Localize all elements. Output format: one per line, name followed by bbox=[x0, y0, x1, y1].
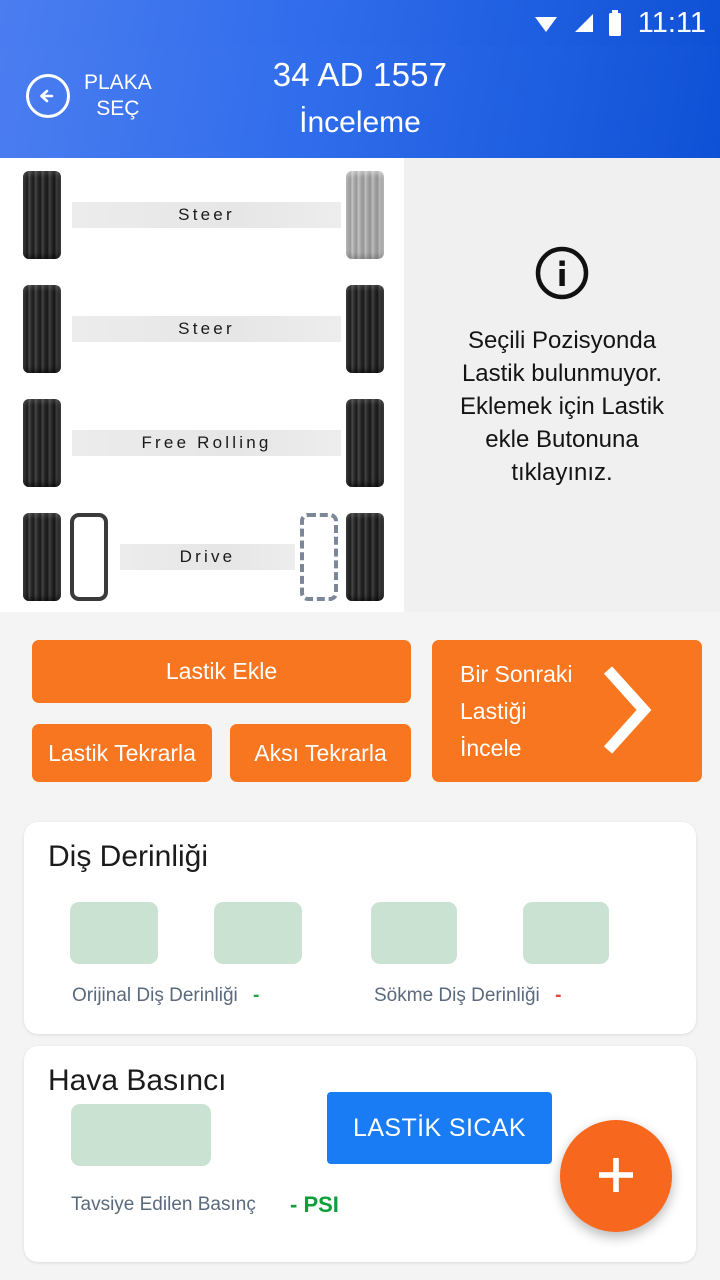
original-tread-depth-value: - bbox=[253, 985, 260, 1006]
tire-slot-4-outer-left[interactable] bbox=[23, 513, 61, 601]
tire-slot-2-left[interactable] bbox=[23, 285, 61, 373]
info-panel: Seçili Pozisyonda Lastik bulunmuyor. Ekl… bbox=[404, 158, 720, 612]
axle-label-4: Drive bbox=[179, 547, 236, 566]
axle-row-4: Drive bbox=[0, 500, 404, 613]
axle-label-bar-4: Drive bbox=[120, 544, 295, 570]
tire-slot-4-outer-right[interactable] bbox=[346, 513, 384, 601]
axle-row-1: Steer bbox=[0, 158, 404, 271]
removal-tread-depth-value: - bbox=[555, 985, 562, 1006]
status-clock: 11:11 bbox=[637, 6, 706, 39]
tire-hot-button[interactable]: LASTİK SICAK bbox=[327, 1092, 552, 1164]
tread-depth-input-2[interactable] bbox=[214, 902, 302, 964]
original-tread-depth-label: Orijinal Diş Derinliği bbox=[72, 985, 238, 1006]
axle-label-bar-1: Steer bbox=[72, 202, 341, 228]
tread-depth-input-4[interactable] bbox=[523, 902, 609, 964]
axle-row-3: Free Rolling bbox=[0, 386, 404, 499]
app-root: 11:11 PLAKA SEÇ 34 AD 1557 İnceleme Stee… bbox=[0, 0, 720, 1280]
tire-slot-3-left[interactable] bbox=[23, 399, 61, 487]
battery-icon bbox=[608, 9, 621, 36]
tire-slot-1-left[interactable] bbox=[23, 171, 61, 259]
add-fab-button[interactable] bbox=[560, 1120, 672, 1232]
axle-label-2: Steer bbox=[178, 319, 235, 338]
tread-depth-title: Diş Derinliği bbox=[48, 840, 209, 873]
removal-tread-depth-row: Sökme Diş Derinliği - bbox=[374, 985, 561, 1007]
axle-label-3: Free Rolling bbox=[141, 433, 272, 452]
repeat-tire-button[interactable]: Lastik Tekrarla bbox=[32, 724, 212, 782]
info-circle-icon bbox=[535, 246, 589, 300]
chevron-right-icon bbox=[596, 662, 656, 761]
removal-tread-depth-label: Sökme Diş Derinliği bbox=[374, 985, 540, 1006]
axle-label-1: Steer bbox=[178, 205, 235, 224]
arrow-left-icon bbox=[26, 74, 70, 118]
app-bar: PLAKA SEÇ 34 AD 1557 İnceleme bbox=[0, 46, 720, 158]
action-button-zone: Lastik Ekle Lastik Tekrarla Aksı Tekrarl… bbox=[0, 634, 720, 790]
axle-label-bar-3: Free Rolling bbox=[72, 430, 341, 456]
tread-depth-input-3[interactable] bbox=[371, 902, 457, 964]
air-pressure-title: Hava Basıncı bbox=[48, 1064, 227, 1097]
recommended-pressure-label: Tavsiye Edilen Basınç bbox=[71, 1194, 256, 1215]
tire-slot-1-right-selected[interactable] bbox=[346, 171, 384, 259]
repeat-axle-button[interactable]: Aksı Tekrarla bbox=[230, 724, 411, 782]
wifi-icon bbox=[534, 17, 557, 32]
next-tire-label: Bir Sonraki Lastiği İncele bbox=[460, 660, 573, 761]
status-bar: 11:11 bbox=[0, 0, 720, 46]
plus-icon bbox=[591, 1150, 641, 1203]
add-tire-button[interactable]: Lastik Ekle bbox=[32, 640, 411, 703]
next-tire-button[interactable]: Bir Sonraki Lastiği İncele bbox=[432, 640, 702, 782]
info-message: Seçili Pozisyonda Lastik bulunmuyor. Ekl… bbox=[459, 327, 665, 486]
axle-label-bar-2: Steer bbox=[72, 316, 341, 342]
tread-depth-input-1[interactable] bbox=[70, 902, 158, 964]
air-pressure-input[interactable] bbox=[71, 1104, 211, 1166]
tire-slot-4-inner-right-dashed[interactable] bbox=[300, 513, 338, 601]
cellular-signal-icon bbox=[574, 14, 593, 32]
tire-slot-4-inner-left-empty[interactable] bbox=[70, 513, 108, 601]
tire-slot-2-right[interactable] bbox=[346, 285, 384, 373]
diagram-info-row: Steer Steer Free Rolling Drive Seçili Po… bbox=[0, 158, 720, 612]
tread-depth-card: Diş Derinliği Orijinal Diş Derinliği - S… bbox=[24, 822, 696, 1034]
back-button-label: PLAKA SEÇ bbox=[84, 71, 152, 120]
axle-row-2: Steer bbox=[0, 272, 404, 385]
recommended-pressure-value: - PSI bbox=[290, 1192, 339, 1217]
original-tread-depth-row: Orijinal Diş Derinliği - bbox=[72, 985, 259, 1007]
back-button[interactable]: PLAKA SEÇ bbox=[26, 70, 152, 122]
tire-slot-3-right[interactable] bbox=[346, 399, 384, 487]
vehicle-tire-diagram: Steer Steer Free Rolling Drive bbox=[0, 158, 404, 612]
